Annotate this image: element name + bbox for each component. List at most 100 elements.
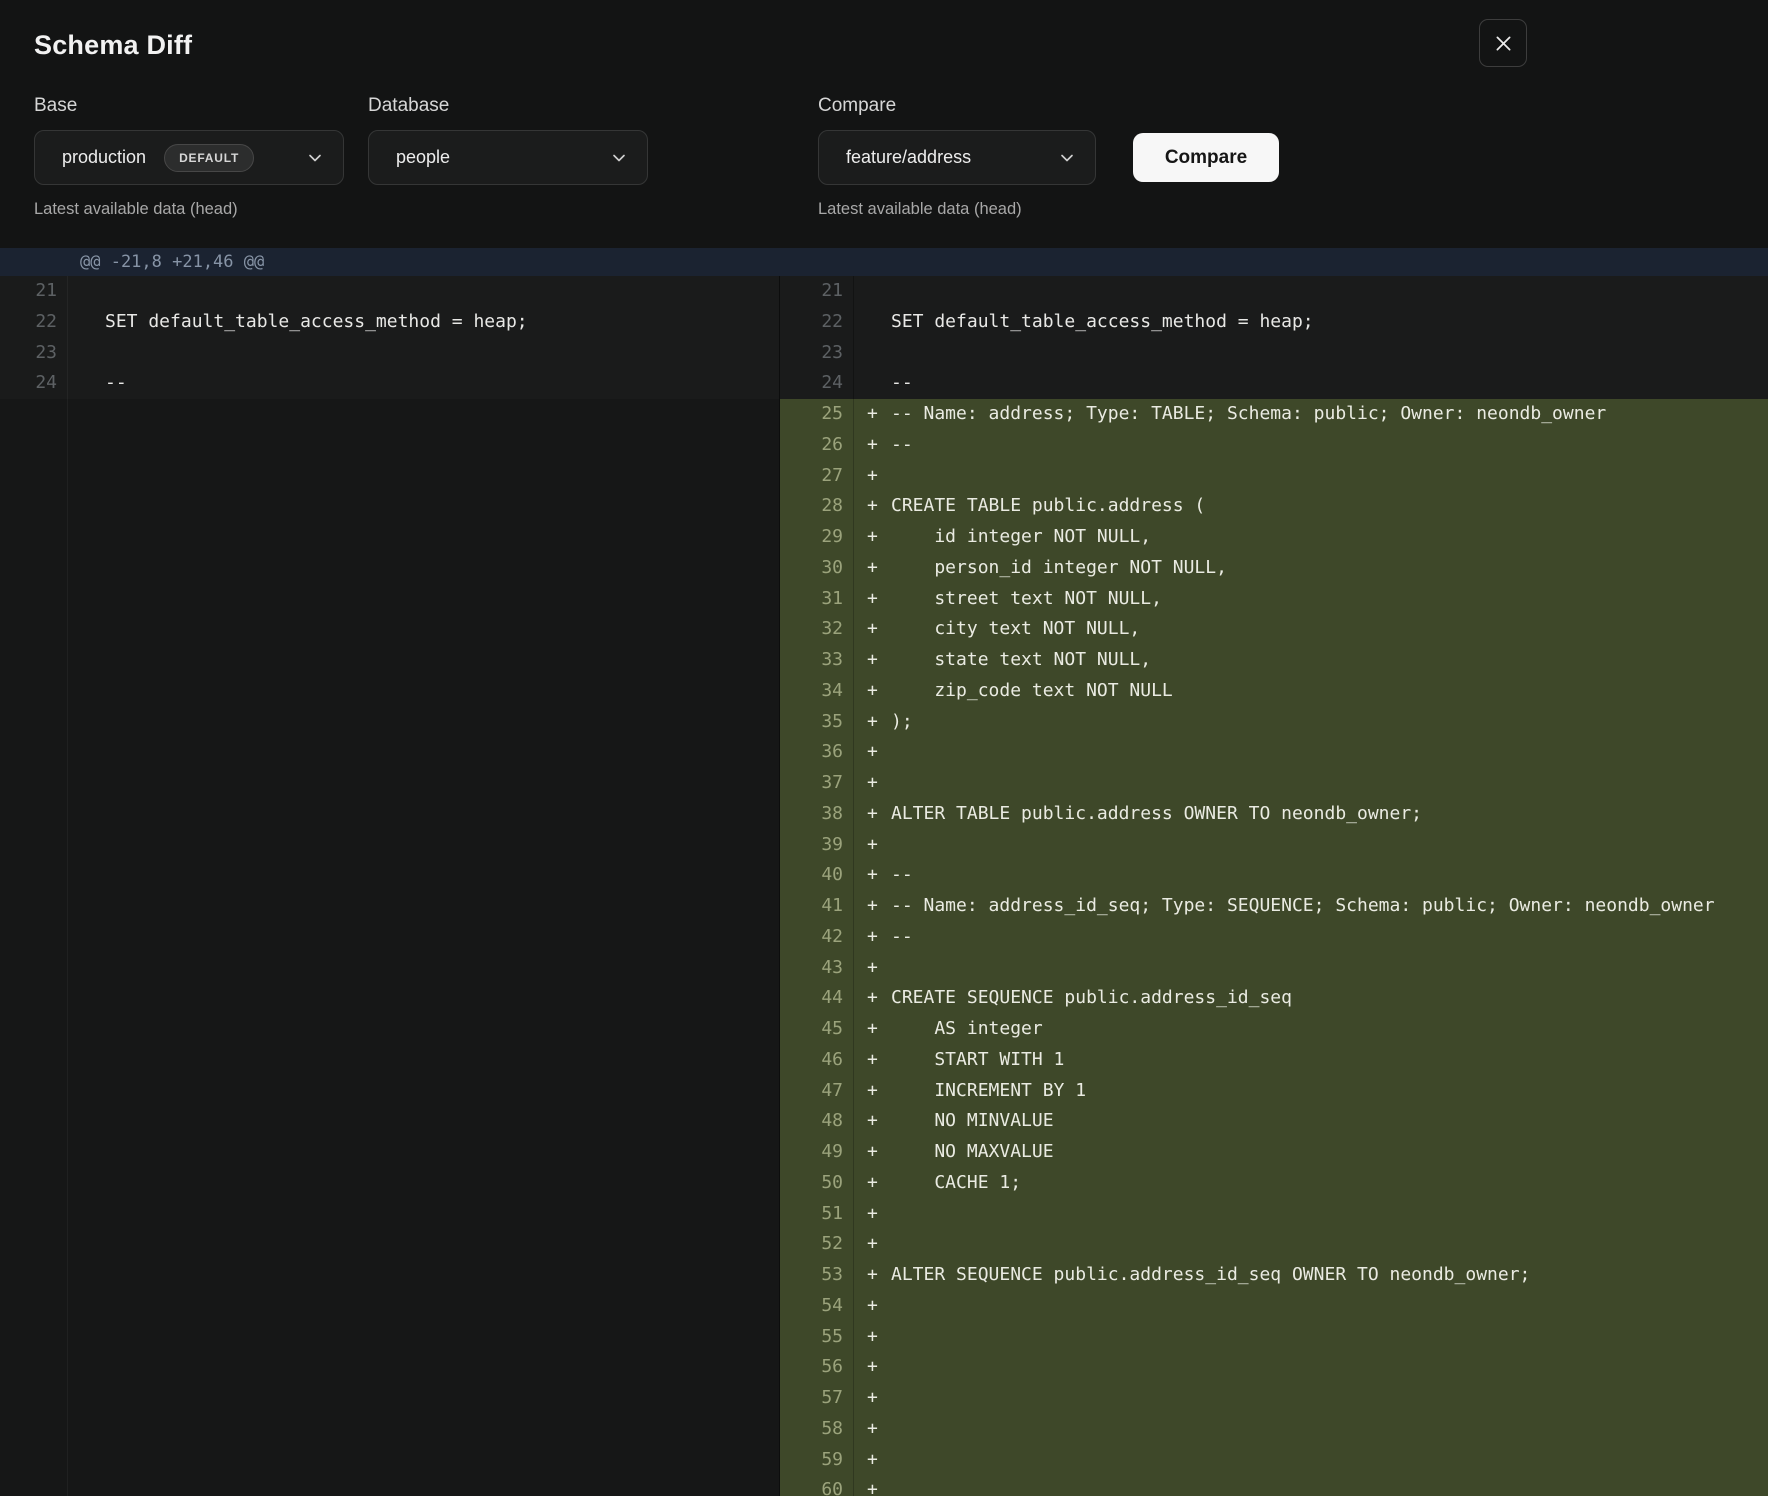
code-line: -- Name: address; Type: TABLE; Schema: p… [891, 399, 1768, 430]
base-branch-select[interactable]: production DEFAULT [34, 130, 344, 185]
compare-button[interactable]: Compare [1133, 133, 1279, 182]
code-line: -- [891, 860, 1768, 891]
code-line: ALTER SEQUENCE public.address_id_seq OWN… [891, 1260, 1768, 1291]
code-line [891, 1445, 1768, 1476]
diff-row: 35+); [780, 707, 1768, 738]
code-line: state text NOT NULL, [891, 645, 1768, 676]
diff-marker: + [854, 1260, 891, 1291]
line-number: 60 [780, 1475, 854, 1496]
chevron-down-icon [1045, 148, 1077, 168]
diff-marker: + [854, 1414, 891, 1445]
modal-header: Schema Diff [0, 0, 1768, 90]
line-number: 40 [780, 860, 854, 891]
base-branch-value: production [62, 147, 146, 168]
diff-row: 56+ [780, 1352, 1768, 1383]
code-line: id integer NOT NULL, [891, 522, 1768, 553]
diff-marker: + [854, 1445, 891, 1476]
line-number: 21 [780, 276, 854, 307]
line-number: 25 [780, 399, 854, 430]
diff-row: 36+ [780, 737, 1768, 768]
diff-marker: + [854, 1199, 891, 1230]
diff-marker: + [854, 1229, 891, 1260]
diff-row: 34+ zip_code text NOT NULL [780, 676, 1768, 707]
diff-marker: + [854, 983, 891, 1014]
code-line: CREATE SEQUENCE public.address_id_seq [891, 983, 1768, 1014]
code-line: NO MINVALUE [891, 1106, 1768, 1137]
diff-marker: + [854, 430, 891, 461]
code-line [891, 1199, 1768, 1230]
line-number: 41 [780, 891, 854, 922]
code-line [891, 1414, 1768, 1445]
compare-label: Compare [818, 94, 1096, 117]
diff-marker: + [854, 1352, 891, 1383]
diff-row: 46+ START WITH 1 [780, 1045, 1768, 1076]
line-number: 22 [780, 307, 854, 338]
diff-marker: + [854, 768, 891, 799]
code-line: -- [891, 430, 1768, 461]
diff-row: 29+ id integer NOT NULL, [780, 522, 1768, 553]
diff-row: 22SET default_table_access_method = heap… [780, 307, 1768, 338]
line-number: 48 [780, 1106, 854, 1137]
diff-marker [854, 368, 891, 399]
line-number: 56 [780, 1352, 854, 1383]
diff-marker [854, 307, 891, 338]
diff-marker: + [854, 614, 891, 645]
diff-row: 24-- [780, 368, 1768, 399]
code-line: AS integer [891, 1014, 1768, 1045]
line-number: 30 [780, 553, 854, 584]
code-line [891, 1383, 1768, 1414]
diff-row: 25+-- Name: address; Type: TABLE; Schema… [780, 399, 1768, 430]
diff-marker: + [854, 737, 891, 768]
diff-pane-left: 2122SET default_table_access_method = he… [0, 276, 779, 399]
diff-marker: + [854, 553, 891, 584]
line-number: 24 [780, 368, 854, 399]
compare-branch-select[interactable]: feature/address [818, 130, 1096, 185]
line-number: 27 [780, 461, 854, 492]
line-number: 37 [780, 768, 854, 799]
database-select[interactable]: people [368, 130, 648, 185]
line-number: 35 [780, 707, 854, 738]
code-line [105, 338, 779, 369]
database-label: Database [368, 94, 648, 117]
code-line [891, 1352, 1768, 1383]
code-line [891, 276, 1768, 307]
line-number: 32 [780, 614, 854, 645]
diff-marker: + [854, 1291, 891, 1322]
line-number: 26 [780, 430, 854, 461]
diff-marker [68, 307, 105, 338]
code-line [891, 1322, 1768, 1353]
diff-row: 21 [0, 276, 779, 307]
compare-branch-value: feature/address [846, 147, 971, 168]
line-number: 49 [780, 1137, 854, 1168]
diff-row: 50+ CACHE 1; [780, 1168, 1768, 1199]
line-number: 43 [780, 953, 854, 984]
close-icon [1493, 33, 1514, 54]
diff-row: 47+ INCREMENT BY 1 [780, 1076, 1768, 1107]
line-number: 47 [780, 1076, 854, 1107]
code-line [891, 1475, 1768, 1496]
close-button[interactable] [1479, 19, 1527, 67]
diff-marker [68, 368, 105, 399]
line-number: 57 [780, 1383, 854, 1414]
line-number: 29 [780, 522, 854, 553]
diff-marker: + [854, 830, 891, 861]
line-number: 36 [780, 737, 854, 768]
diff-marker: + [854, 1076, 891, 1107]
diff-row: 31+ street text NOT NULL, [780, 584, 1768, 615]
code-line: zip_code text NOT NULL [891, 676, 1768, 707]
diff-marker: + [854, 584, 891, 615]
diff-row: 28+CREATE TABLE public.address ( [780, 491, 1768, 522]
line-number: 23 [0, 338, 68, 369]
chevron-down-icon [293, 148, 325, 168]
line-number: 58 [780, 1414, 854, 1445]
diff-pane-left-wrap: 2122SET default_table_access_method = he… [0, 276, 780, 1496]
diff-row: 37+ [780, 768, 1768, 799]
diff-row: 55+ [780, 1322, 1768, 1353]
base-hint: Latest available data (head) [34, 200, 344, 219]
line-number: 22 [0, 307, 68, 338]
code-line: CREATE TABLE public.address ( [891, 491, 1768, 522]
diff-row: 38+ALTER TABLE public.address OWNER TO n… [780, 799, 1768, 830]
label-spacer [1133, 94, 1279, 130]
diff-row: 39+ [780, 830, 1768, 861]
line-number: 38 [780, 799, 854, 830]
